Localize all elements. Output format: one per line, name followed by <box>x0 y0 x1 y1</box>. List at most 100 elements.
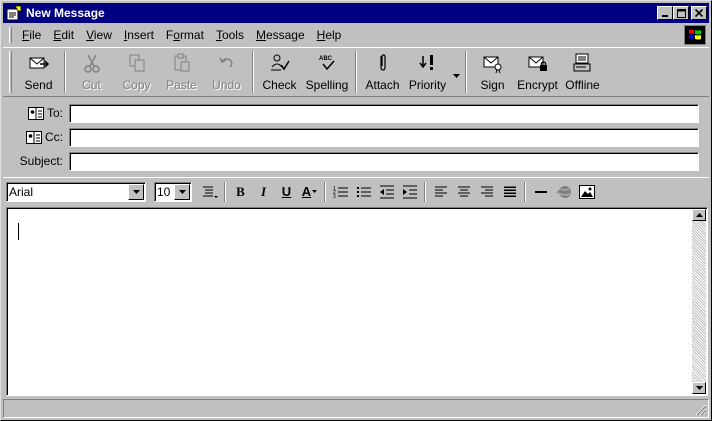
close-button[interactable] <box>691 6 707 20</box>
priority-dropdown-arrow[interactable] <box>450 48 462 96</box>
font-size-select[interactable]: 10 <box>154 181 192 202</box>
bold-button[interactable]: B <box>229 181 252 203</box>
paperclip-icon <box>379 54 386 71</box>
scissors-icon <box>83 54 100 73</box>
text-caret <box>18 223 19 240</box>
send-button[interactable]: Send <box>16 48 61 96</box>
maximize-icon <box>676 8 686 18</box>
subject-input[interactable] <box>69 151 699 171</box>
to-input[interactable] <box>69 103 699 123</box>
send-icon <box>29 57 49 69</box>
align-left-icon <box>434 186 447 196</box>
menu-bar: File Edit View Insert Format Tools Messa… <box>3 24 709 46</box>
increase-indent-button[interactable] <box>398 181 421 203</box>
message-body-editor[interactable] <box>6 207 708 396</box>
copy-icon <box>129 54 144 72</box>
resize-grip-icon[interactable] <box>695 404 707 416</box>
globe-link-icon <box>555 185 571 198</box>
chevron-down-icon <box>178 189 186 194</box>
windows-logo-icon <box>684 25 706 45</box>
minimize-button[interactable] <box>657 6 673 20</box>
close-icon <box>695 9 703 17</box>
sign-icon <box>483 56 501 74</box>
subject-row: Subject: <box>3 150 709 172</box>
increase-indent-icon <box>402 185 417 198</box>
attach-button[interactable]: Attach <box>360 48 405 96</box>
decrease-indent-button[interactable] <box>375 181 398 203</box>
spelling-button[interactable]: ABC Spelling <box>302 48 352 96</box>
svg-text:ABC: ABC <box>319 56 333 62</box>
menu-tools[interactable]: Tools <box>210 28 250 42</box>
bullet-list-icon <box>356 186 371 197</box>
undo-button[interactable]: Undo <box>204 48 249 96</box>
check-names-button[interactable]: Check <box>257 48 302 96</box>
address-book-icon <box>26 130 42 144</box>
cc-input[interactable] <box>69 127 699 147</box>
chevron-down-icon <box>695 386 703 390</box>
vertical-scrollbar[interactable] <box>692 209 706 394</box>
window-title: New Message <box>26 6 105 20</box>
menu-help[interactable]: Help <box>311 28 348 42</box>
lock-icon <box>528 56 547 71</box>
sign-button[interactable]: Sign <box>470 48 515 96</box>
priority-icon <box>418 55 433 70</box>
paste-icon <box>174 53 189 72</box>
formatting-toolbar: Arial 10 B I U A 1 2 3 <box>3 177 709 205</box>
align-left-button[interactable] <box>429 181 452 203</box>
offline-button[interactable]: Offline <box>560 48 605 96</box>
decrease-indent-icon <box>379 185 394 198</box>
picture-icon <box>578 184 595 199</box>
italic-button[interactable]: I <box>252 181 275 203</box>
justify-button[interactable] <box>498 181 521 203</box>
maximize-button[interactable] <box>673 6 689 20</box>
encrypt-button[interactable]: Encrypt <box>515 48 560 96</box>
align-right-button[interactable] <box>475 181 498 203</box>
font-dropdown-button[interactable] <box>128 183 144 200</box>
font-name-select[interactable]: Arial <box>6 181 146 202</box>
toolbar-grip[interactable] <box>9 51 12 93</box>
menu-view[interactable]: View <box>80 28 118 42</box>
address-fields: To: Cc: Subject: <box>3 99 709 175</box>
bullet-list-button[interactable] <box>352 181 375 203</box>
offline-icon <box>573 53 590 72</box>
chevron-down-icon <box>132 189 140 194</box>
copy-button[interactable]: Copy <box>114 48 159 96</box>
menu-file[interactable]: File <box>16 28 47 42</box>
title-bar[interactable]: New Message <box>3 3 709 23</box>
numbered-list-button[interactable]: 123 <box>329 181 352 203</box>
cc-label[interactable]: Cc: <box>3 130 69 144</box>
scroll-down-button[interactable] <box>692 382 706 394</box>
horizontal-line-button[interactable] <box>529 181 552 203</box>
menu-insert[interactable]: Insert <box>118 28 160 42</box>
svg-text:3: 3 <box>333 194 336 199</box>
status-bar <box>3 399 709 418</box>
underline-button[interactable]: U <box>275 181 298 203</box>
insert-picture-button[interactable] <box>575 181 598 203</box>
paste-button[interactable]: Paste <box>159 48 204 96</box>
horizontal-line-icon <box>534 190 547 193</box>
align-center-button[interactable] <box>452 181 475 203</box>
priority-button[interactable]: Priority <box>405 48 450 96</box>
font-color-button[interactable]: A <box>298 181 321 203</box>
check-names-icon <box>270 54 290 71</box>
menu-message[interactable]: Message <box>250 28 311 42</box>
subject-label: Subject: <box>19 154 63 168</box>
address-book-icon <box>27 106 44 120</box>
justify-icon <box>503 186 516 197</box>
menu-edit[interactable]: Edit <box>47 28 80 42</box>
size-dropdown-button[interactable] <box>174 183 190 200</box>
paragraph-style-button[interactable] <box>198 181 221 203</box>
align-center-icon <box>457 186 470 196</box>
menu-grip[interactable] <box>9 27 12 43</box>
cut-button[interactable]: Cut <box>69 48 114 96</box>
cc-row: Cc: <box>3 126 709 148</box>
scroll-up-button[interactable] <box>692 209 706 221</box>
insert-hyperlink-button[interactable] <box>552 181 575 203</box>
message-icon <box>6 5 22 21</box>
new-message-window: New Message File Edit View Insert Format… <box>0 0 712 421</box>
chevron-down-icon <box>312 190 318 193</box>
menu-format[interactable]: Format <box>160 28 210 42</box>
minimize-icon <box>662 15 668 17</box>
align-right-icon <box>480 186 493 196</box>
to-label[interactable]: To: <box>3 106 69 120</box>
